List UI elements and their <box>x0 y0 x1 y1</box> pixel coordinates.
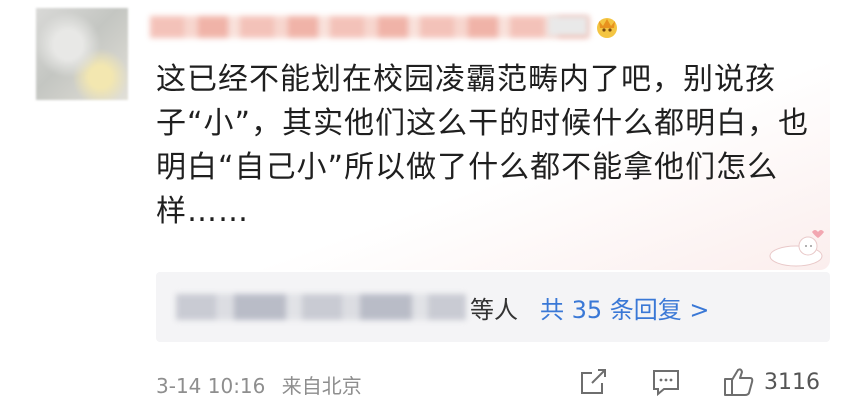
sticker-decoration <box>762 222 826 268</box>
share-icon <box>578 367 608 397</box>
reply-suffix: 等人 <box>470 296 518 324</box>
like-button[interactable]: 3116 <box>722 362 820 402</box>
comment-text: 这已经不能划在校园凌霸范畴内了吧，别说孩子“小”，其实他们这么干的时候什么都明白… <box>156 62 810 229</box>
reply-users-blurred <box>176 294 466 320</box>
avatar[interactable] <box>36 8 128 100</box>
username-blurred[interactable] <box>150 16 590 38</box>
like-count: 3116 <box>764 369 820 395</box>
comment-meta: 3-14 10:16 来自北京 <box>156 370 372 399</box>
comment-button[interactable] <box>650 362 682 402</box>
comment-date: 3-14 10:16 <box>156 374 266 398</box>
comment-location: 来自北京 <box>281 374 362 398</box>
thumbs-up-icon <box>722 366 756 398</box>
share-button[interactable] <box>578 362 608 402</box>
vip-badge-icon <box>592 12 622 42</box>
view-replies-link[interactable]: 共 35 条回复 > <box>540 290 710 325</box>
username-blurred-tail <box>548 16 588 36</box>
comment-icon <box>650 367 682 397</box>
